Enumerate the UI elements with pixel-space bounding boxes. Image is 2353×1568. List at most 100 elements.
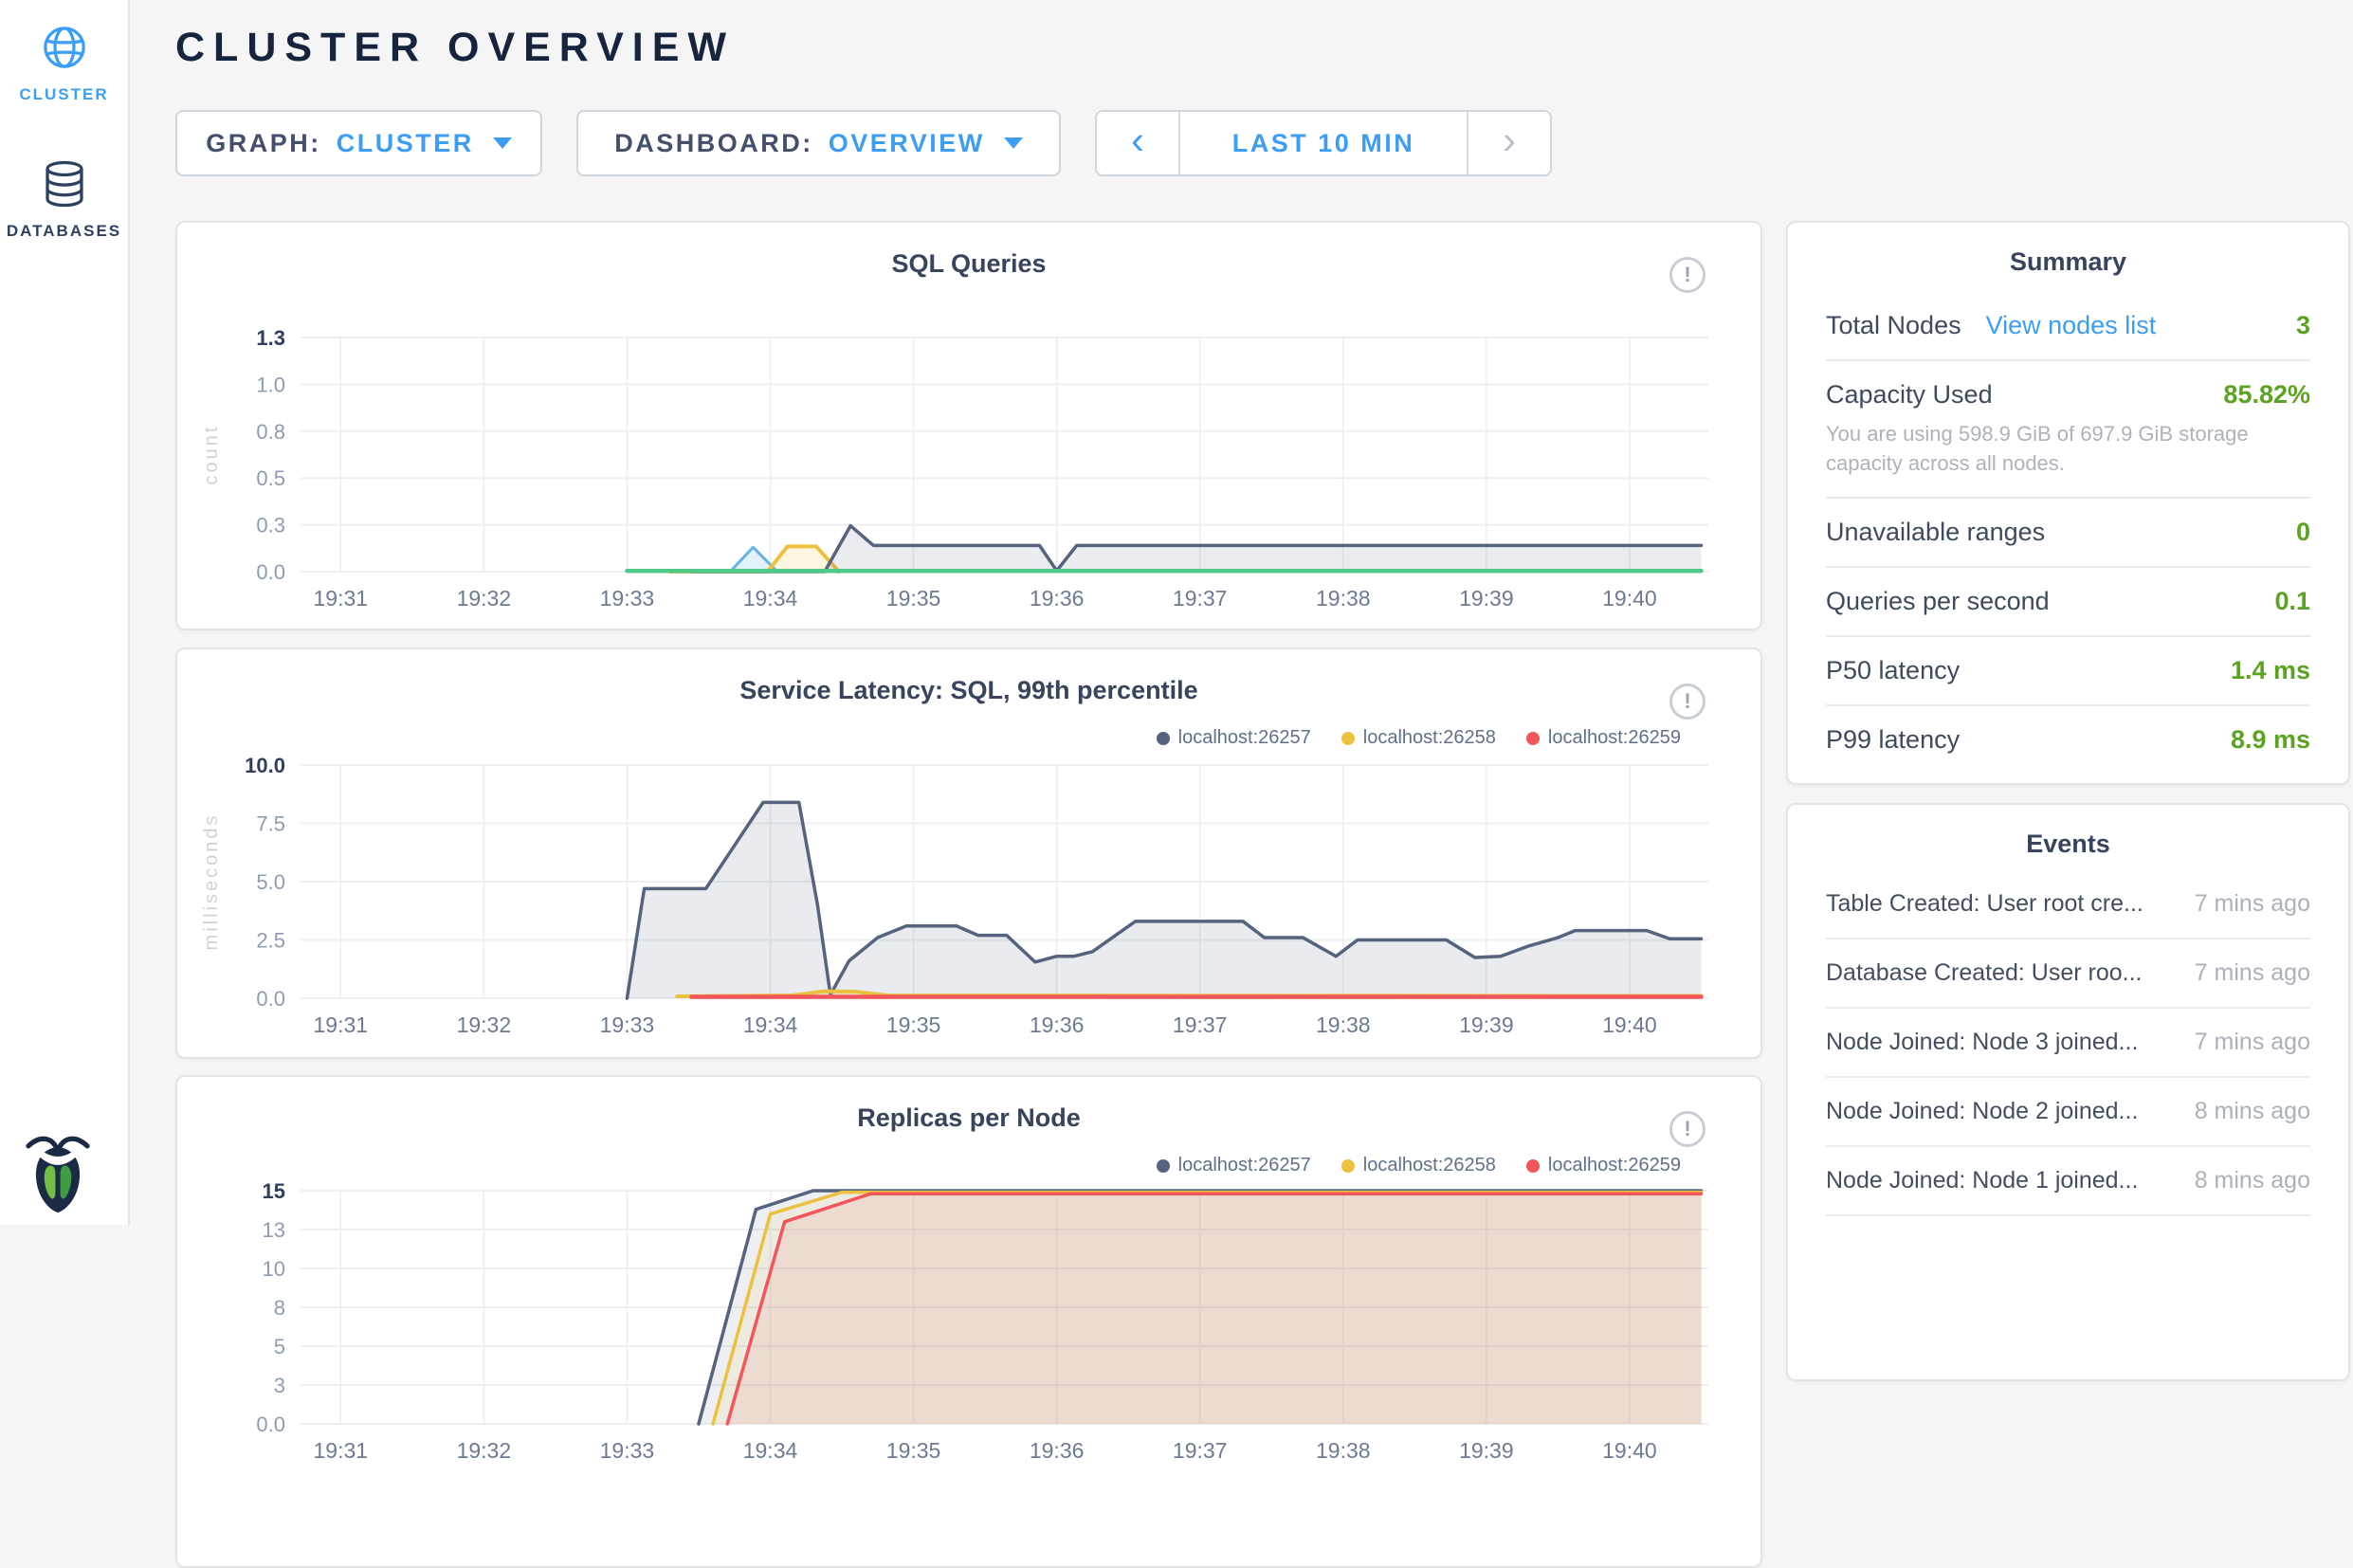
event-text: Database Created: User roo...: [1826, 959, 2143, 987]
event-text: Node Joined: Node 1 joined...: [1826, 1167, 2138, 1194]
event-row[interactable]: Node Joined: Node 1 joined...8 mins ago: [1826, 1147, 2310, 1216]
summary-title: Summary: [1788, 223, 2348, 277]
summary-row-label: Total Nodes: [1826, 311, 1961, 340]
svg-text:8: 8: [274, 1296, 285, 1320]
event-text: Node Joined: Node 2 joined...: [1826, 1098, 2138, 1125]
legend-item[interactable]: localhost:26258: [1341, 727, 1496, 749]
time-next-button[interactable]: ›: [1467, 112, 1550, 174]
replicas-per-node-card: Replicas per Node ! 19:3119:3219:3319:34…: [175, 1075, 1762, 1568]
svg-text:1.0: 1.0: [256, 373, 285, 396]
event-time: 8 mins ago: [2195, 1098, 2310, 1125]
sql-queries-canvas: 19:3119:3219:3319:3419:3519:3619:3719:38…: [177, 223, 1760, 630]
summary-row: Unavailable ranges 0: [1826, 499, 2310, 568]
info-icon[interactable]: !: [1669, 257, 1705, 293]
legend-label: localhost:26258: [1363, 1155, 1496, 1176]
svg-text:19:37: 19:37: [1173, 586, 1228, 611]
graph-dropdown-label: GRAPH:: [206, 129, 321, 158]
chart-legend: localhost:26257 localhost:26258 localhost:…: [1157, 1155, 1681, 1176]
info-icon[interactable]: !: [1669, 1111, 1705, 1147]
events-title: Events: [1788, 805, 2348, 859]
database-icon: [40, 159, 89, 209]
svg-text:19:34: 19:34: [743, 1012, 798, 1037]
sidebar-item-databases[interactable]: DATABASES: [0, 159, 128, 241]
main-content: CLUSTER OVERVIEW GRAPH: CLUSTER DASHBOAR…: [130, 0, 2353, 1225]
dashboard-dropdown-value: OVERVIEW: [829, 129, 985, 158]
summary-row-label: Unavailable ranges: [1826, 518, 2045, 547]
svg-text:19:40: 19:40: [1602, 1438, 1657, 1463]
svg-text:count: count: [201, 425, 222, 485]
event-text: Table Created: User root cre...: [1826, 890, 2143, 918]
event-time: 7 mins ago: [2195, 890, 2310, 918]
svg-text:19:38: 19:38: [1316, 1012, 1371, 1037]
legend-dot-icon: [1526, 732, 1540, 745]
legend-dot-icon: [1157, 732, 1170, 745]
graph-dropdown-value: CLUSTER: [337, 129, 474, 158]
sidebar-item-cluster[interactable]: CLUSTER: [0, 0, 128, 104]
svg-text:19:38: 19:38: [1316, 586, 1371, 611]
sidebar-item-label: CLUSTER: [0, 85, 128, 104]
svg-text:0.0: 0.0: [256, 1413, 285, 1436]
time-prev-button[interactable]: ‹: [1097, 112, 1180, 174]
svg-text:19:40: 19:40: [1602, 1012, 1657, 1037]
event-row[interactable]: Node Joined: Node 3 joined... 7 mins ago: [1826, 1009, 2310, 1078]
svg-text:5.0: 5.0: [256, 870, 285, 894]
event-text: Node Joined: Node 3 joined...: [1826, 1029, 2138, 1056]
svg-text:19:34: 19:34: [743, 586, 798, 611]
legend-label: localhost:26257: [1178, 1155, 1311, 1176]
legend-item[interactable]: localhost:26257: [1157, 1155, 1311, 1176]
event-row[interactable]: Database Created: User roo... 7 mins ago: [1826, 939, 2310, 1009]
svg-text:0.8: 0.8: [256, 420, 285, 444]
svg-text:19:37: 19:37: [1173, 1012, 1228, 1037]
legend-item[interactable]: localhost:26259: [1526, 1155, 1681, 1176]
summary-row: Total Nodes View nodes list 3: [1826, 292, 2310, 361]
legend-label: localhost:26259: [1548, 727, 1681, 749]
summary-row-label: P50 latency: [1826, 656, 1960, 685]
event-time: 7 mins ago: [2195, 959, 2310, 987]
svg-text:0.0: 0.0: [256, 987, 285, 1011]
legend-item[interactable]: localhost:26258: [1341, 1155, 1496, 1176]
summary-row-value: 0: [2296, 518, 2310, 547]
svg-text:19:36: 19:36: [1030, 586, 1085, 611]
svg-text:19:31: 19:31: [314, 1438, 369, 1463]
summary-row: P99 latency8.9 ms: [1826, 706, 2310, 774]
summary-row: P50 latency1.4 ms: [1826, 637, 2310, 706]
legend-label: localhost:26258: [1363, 727, 1496, 749]
sidebar: CLUSTER DATABASES: [0, 0, 130, 1225]
svg-text:13: 13: [263, 1218, 285, 1242]
summary-row-value: 3: [2296, 311, 2310, 340]
svg-text:0.0: 0.0: [256, 560, 285, 584]
events-panel: Events Table Created: User root cre... 7 …: [1786, 803, 2350, 1381]
view-nodes-list-link[interactable]: View nodes list: [1986, 311, 2157, 340]
chart-title: Replicas per Node: [177, 1103, 1760, 1133]
svg-text:19:36: 19:36: [1030, 1438, 1085, 1463]
event-row[interactable]: Node Joined: Node 2 joined... 8 mins ago: [1826, 1078, 2310, 1147]
summary-panel: Summary Total NodesView nodes list3Capac…: [1786, 221, 2350, 785]
svg-text:19:39: 19:39: [1459, 1012, 1514, 1037]
summary-row-caption: You are using 598.9 GiB of 697.9 GiB sto…: [1826, 419, 2310, 478]
chart-legend: localhost:26257 localhost:26258 localhost:…: [1157, 727, 1681, 749]
page-title: CLUSTER OVERVIEW: [175, 25, 735, 71]
info-icon[interactable]: !: [1669, 684, 1705, 720]
svg-text:1.3: 1.3: [256, 326, 285, 350]
svg-text:19:33: 19:33: [600, 586, 655, 611]
svg-text:0.3: 0.3: [256, 514, 285, 538]
svg-text:19:38: 19:38: [1316, 1438, 1371, 1463]
svg-text:19:31: 19:31: [314, 1012, 369, 1037]
legend-dot-icon: [1341, 732, 1355, 745]
event-time: 7 mins ago: [2195, 1029, 2310, 1056]
svg-text:19:33: 19:33: [600, 1438, 655, 1463]
legend-item[interactable]: localhost:26259: [1526, 727, 1681, 749]
event-row[interactable]: Table Created: User root cre... 7 mins ag…: [1826, 870, 2310, 939]
svg-text:19:31: 19:31: [314, 586, 369, 611]
sidebar-item-label: DATABASES: [0, 222, 128, 241]
svg-text:10: 10: [263, 1257, 285, 1281]
svg-text:19:35: 19:35: [886, 1012, 941, 1037]
legend-item[interactable]: localhost:26257: [1157, 727, 1311, 749]
summary-row-value: 85.82%: [2223, 380, 2310, 410]
time-range-value[interactable]: LAST 10 MIN: [1180, 112, 1467, 174]
legend-dot-icon: [1526, 1159, 1540, 1173]
dashboard-dropdown[interactable]: DASHBOARD: OVERVIEW: [576, 110, 1061, 176]
graph-dropdown[interactable]: GRAPH: CLUSTER: [175, 110, 542, 176]
dashboard-dropdown-label: DASHBOARD:: [614, 129, 813, 158]
controls-bar: GRAPH: CLUSTER DASHBOARD: OVERVIEW ‹ LAS…: [175, 110, 1552, 176]
